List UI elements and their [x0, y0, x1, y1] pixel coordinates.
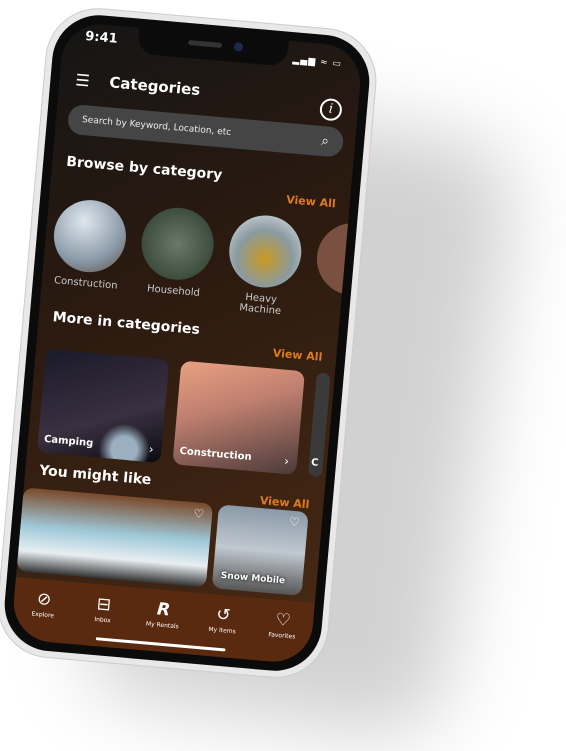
heart-icon[interactable]: ♡ — [193, 506, 205, 521]
card-label: Construction — [179, 445, 252, 464]
category-image — [313, 220, 364, 299]
search-icon[interactable]: ⌕ — [321, 133, 330, 150]
chevron-right-icon: › — [283, 453, 290, 469]
history-icon: ↺ — [215, 604, 232, 626]
card-c[interactable]: C — [307, 372, 331, 478]
more-title: More in categories — [52, 309, 201, 339]
card-label: Snow Mobile — [220, 570, 286, 587]
more-view-all[interactable]: View All — [272, 347, 323, 364]
nav-label: Favorites — [268, 631, 296, 641]
menu-icon[interactable]: ☰ — [75, 70, 93, 90]
card-camping[interactable]: Camping › — [36, 348, 170, 464]
category-image — [226, 212, 305, 291]
category-image — [50, 197, 129, 276]
card-label: Camping — [43, 433, 94, 450]
notch — [137, 27, 289, 67]
category-image — [138, 204, 217, 283]
like-card-jetski[interactable]: ♡ — [16, 487, 214, 588]
nav-explore[interactable]: ⊘ Explore — [16, 587, 70, 643]
nav-label: Explore — [31, 610, 55, 620]
browse-title: Browse by category — [65, 153, 223, 184]
app-screen: 9:41 ▂▄▆ ≈ ▭ ☰ Categories i Search by Ke… — [10, 21, 364, 665]
phone-frame: 9:41 ▂▄▆ ≈ ▭ ☰ Categories i Search by Ke… — [0, 4, 380, 682]
nav-label: Inbox — [94, 615, 111, 625]
nav-favorites[interactable]: ♡ Favorites — [255, 608, 309, 664]
status-time: 9:41 — [84, 29, 119, 47]
category-heavy-machine[interactable]: Heavy Machine — [224, 212, 305, 318]
heart-icon: ♡ — [274, 609, 292, 632]
browse-view-all[interactable]: View All — [286, 193, 337, 210]
card-construction[interactable]: Construction › — [172, 360, 305, 475]
page-title: Categories — [108, 73, 202, 100]
status-indicators: ▂▄▆ ≈ ▭ — [292, 55, 343, 70]
chevron-right-icon: › — [148, 442, 155, 457]
info-icon[interactable]: i — [318, 97, 343, 122]
inbox-icon: ⊟ — [95, 594, 112, 616]
nav-label: My Rentals — [145, 620, 179, 631]
category-label: Heavy Machine — [238, 291, 282, 318]
category-label: Tra — [340, 300, 357, 313]
like-card-snow-mobile[interactable]: ♡ Snow Mobile — [211, 504, 309, 596]
category-label: Construction — [53, 275, 118, 292]
nav-label: My Items — [208, 625, 237, 636]
like-title: You might like — [38, 462, 152, 489]
category-household[interactable]: Household — [136, 204, 217, 311]
category-label: Household — [146, 283, 201, 299]
card-label: C — [310, 457, 319, 469]
compass-icon: ⊘ — [36, 588, 53, 611]
search-placeholder: Search by Keyword, Location, etc — [81, 115, 232, 139]
heart-icon[interactable]: ♡ — [288, 515, 300, 530]
category-construction[interactable]: Construction — [49, 197, 129, 303]
